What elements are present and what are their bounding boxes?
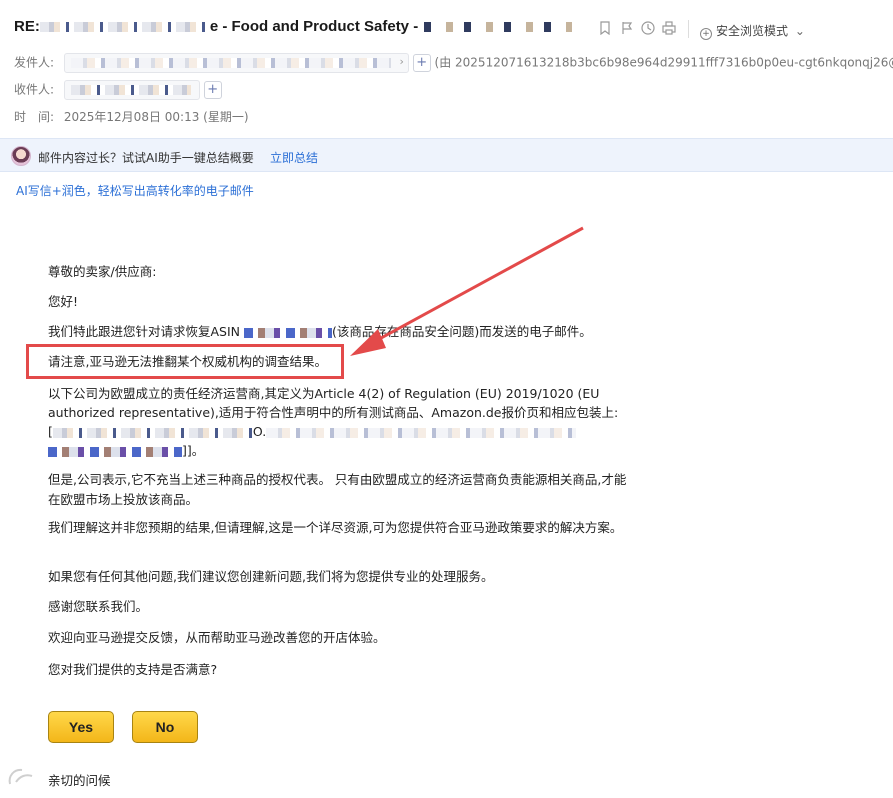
annotation-arrow — [350, 226, 584, 356]
